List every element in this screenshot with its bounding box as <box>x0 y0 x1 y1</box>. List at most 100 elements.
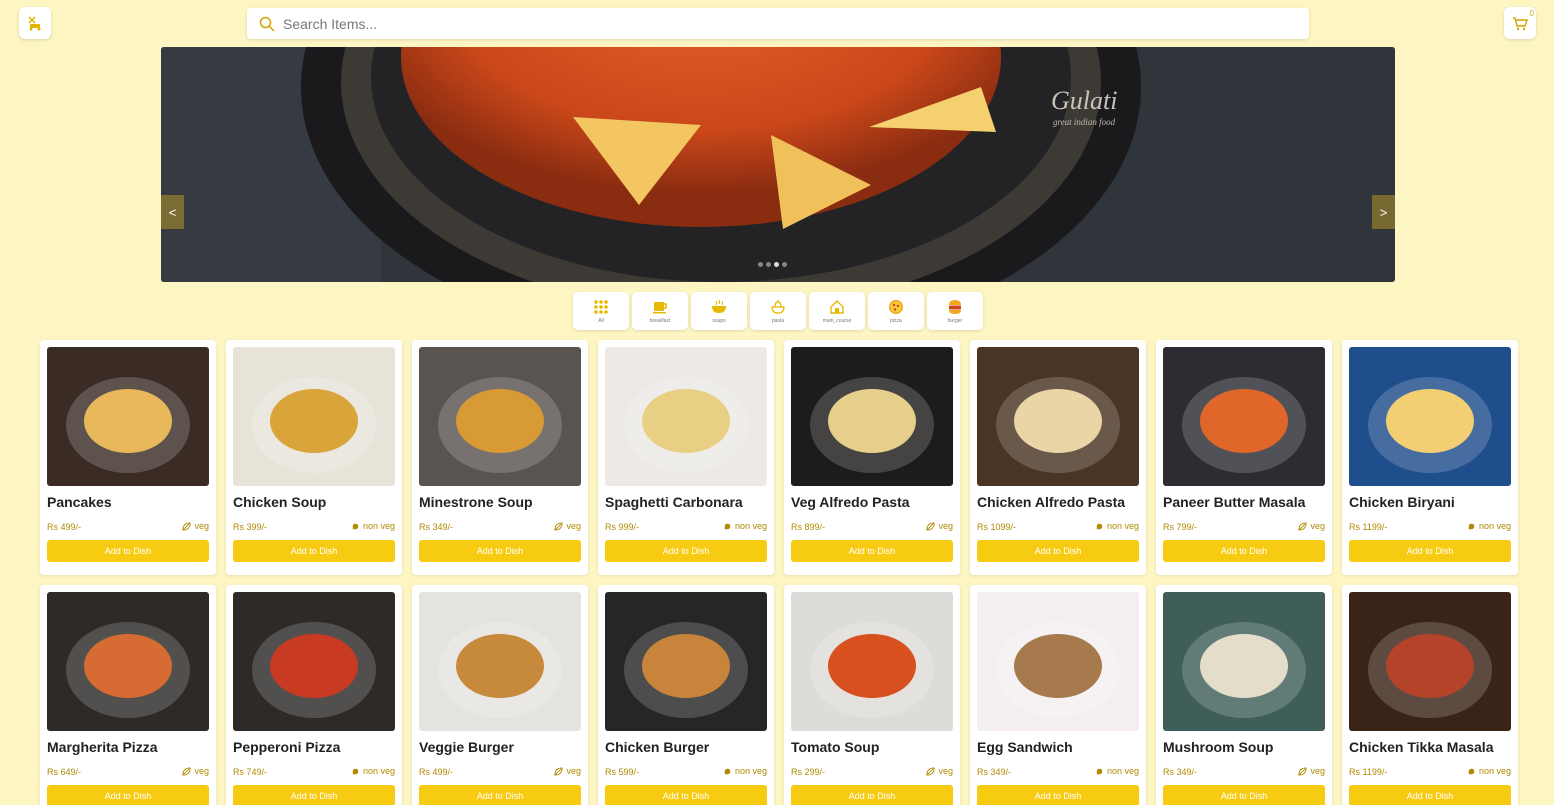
search-bar[interactable] <box>247 8 1309 39</box>
add-to-dish-button[interactable]: Add to Dish <box>47 785 209 805</box>
carousel-slide-image: Gulati great indian food <box>161 47 1395 282</box>
product-name: Veggie Burger <box>419 739 514 755</box>
search-input[interactable] <box>283 15 1183 32</box>
category-soups[interactable]: soups <box>691 292 747 330</box>
product-name: Chicken Tikka Masala <box>1349 739 1494 755</box>
product-card[interactable]: Veggie Burger Rs 499/- veg Add to Dish <box>412 585 588 805</box>
product-card[interactable]: Tomato Soup Rs 299/- veg Add to Dish <box>784 585 960 805</box>
add-to-dish-button[interactable]: Add to Dish <box>791 540 953 562</box>
product-card[interactable]: Chicken Alfredo Pasta Rs 1099/- non veg Add… <box>970 340 1146 575</box>
product-image[interactable] <box>419 347 581 486</box>
chicken-icon <box>1468 523 1475 529</box>
product-card[interactable]: Mushroom Soup Rs 349/- veg Add to Dish <box>1156 585 1332 805</box>
product-image[interactable] <box>233 347 395 486</box>
product-card[interactable]: Veg Alfredo Pasta Rs 899/- veg Add to Dish <box>784 340 960 575</box>
carousel-dot[interactable] <box>766 262 771 267</box>
product-card[interactable]: Margherita Pizza Rs 649/- veg Add to Dish <box>40 585 216 805</box>
product-card[interactable]: Pancakes Rs 499/- veg Add to Dish <box>40 340 216 575</box>
cart-count-badge: 0 <box>1529 9 1534 18</box>
product-image[interactable] <box>1163 592 1325 731</box>
diet-tag-label: veg <box>566 766 581 776</box>
product-card[interactable]: Chicken Biryani Rs 1199/- non veg Add to Di… <box>1342 340 1518 575</box>
carousel-dot[interactable] <box>774 262 779 267</box>
add-to-dish-button[interactable]: Add to Dish <box>1163 785 1325 805</box>
product-image[interactable] <box>233 592 395 731</box>
category-pizza[interactable]: pizza <box>868 292 924 330</box>
product-image[interactable] <box>419 592 581 731</box>
add-to-dish-button[interactable]: Add to Dish <box>233 540 395 562</box>
product-name: Tomato Soup <box>791 739 880 755</box>
product-card[interactable]: Egg Sandwich Rs 349/- non veg Add to Dish <box>970 585 1146 805</box>
diet-tag-label: veg <box>938 521 953 531</box>
add-to-dish-button[interactable]: Add to Dish <box>605 785 767 805</box>
category-label: pasta <box>771 317 785 324</box>
category-burger[interactable]: burger <box>927 292 983 330</box>
diet-tag-label: non veg <box>362 766 395 776</box>
product-image[interactable] <box>47 592 209 731</box>
category-breakfast[interactable]: breakfast <box>632 292 688 330</box>
product-card[interactable]: Minestrone Soup Rs 349/- veg Add to Dish <box>412 340 588 575</box>
product-name: Chicken Burger <box>605 739 710 755</box>
product-image[interactable] <box>1349 347 1511 486</box>
diet-tag: non veg <box>723 766 767 776</box>
hero-carousel[interactable]: Gulati great indian food < > <box>161 47 1395 282</box>
chicken-icon <box>352 768 359 774</box>
product-card[interactable]: Chicken Tikka Masala Rs 1199/- non veg Add … <box>1342 585 1518 805</box>
product-card[interactable]: Paneer Butter Masala Rs 799/- veg Add to Di… <box>1156 340 1332 575</box>
product-price: Rs 749/- <box>233 767 268 777</box>
product-card[interactable]: Pepperoni Pizza Rs 749/- non veg Add to Dis… <box>226 585 402 805</box>
diet-tag: veg <box>182 521 209 531</box>
search-icon <box>259 16 275 32</box>
diet-tag-label: non veg <box>362 521 395 531</box>
category-label: main_course <box>822 317 852 324</box>
leaf-icon <box>1298 521 1308 531</box>
add-to-dish-button[interactable]: Add to Dish <box>1349 785 1511 805</box>
product-price: Rs 399/- <box>233 522 268 532</box>
carousel-prev-button[interactable]: < <box>161 195 184 229</box>
add-to-dish-button[interactable]: Add to Dish <box>977 785 1139 805</box>
add-to-dish-button[interactable]: Add to Dish <box>1349 540 1511 562</box>
cart-button[interactable]: 0 <box>1504 7 1536 39</box>
category-pasta[interactable]: pasta <box>750 292 806 330</box>
diet-tag: non veg <box>723 521 767 531</box>
leaf-icon <box>182 766 192 776</box>
product-image[interactable] <box>1349 592 1511 731</box>
product-price: Rs 499/- <box>419 767 454 777</box>
product-card[interactable]: Chicken Burger Rs 599/- non veg Add to Dish <box>598 585 774 805</box>
add-to-dish-button[interactable]: Add to Dish <box>977 540 1139 562</box>
product-image[interactable] <box>791 592 953 731</box>
product-image[interactable] <box>605 347 767 486</box>
product-image[interactable] <box>977 592 1139 731</box>
category-all[interactable]: All <box>573 292 629 330</box>
carousel-dot[interactable] <box>758 262 763 267</box>
add-to-dish-button[interactable]: Add to Dish <box>791 785 953 805</box>
carousel-next-button[interactable]: > <box>1372 195 1395 229</box>
add-to-dish-button[interactable]: Add to Dish <box>419 785 581 805</box>
chicken-icon <box>1468 768 1475 774</box>
category-main-course[interactable]: main_course <box>809 292 865 330</box>
product-image[interactable] <box>1163 347 1325 486</box>
product-price: Rs 1099/- <box>977 522 1017 532</box>
product-name: Mushroom Soup <box>1163 739 1274 755</box>
leaf-icon <box>926 766 936 776</box>
diet-tag: veg <box>554 766 581 776</box>
category-bar: All breakfast soups pasta main_course pi… <box>573 292 983 330</box>
diet-tag: non veg <box>351 521 395 531</box>
product-card[interactable]: Chicken Soup Rs 399/- non veg Add to Dish <box>226 340 402 575</box>
add-to-dish-button[interactable]: Add to Dish <box>47 540 209 562</box>
logo-button[interactable] <box>19 7 51 39</box>
add-to-dish-button[interactable]: Add to Dish <box>233 785 395 805</box>
category-label: breakfast <box>649 317 671 324</box>
add-to-dish-button[interactable]: Add to Dish <box>1163 540 1325 562</box>
product-price: Rs 349/- <box>977 767 1012 777</box>
product-image[interactable] <box>977 347 1139 486</box>
product-card[interactable]: Spaghetti Carbonara Rs 999/- non veg Add to… <box>598 340 774 575</box>
product-name: Pepperoni Pizza <box>233 739 341 755</box>
carousel-dot[interactable] <box>782 262 787 267</box>
add-to-dish-button[interactable]: Add to Dish <box>605 540 767 562</box>
product-image[interactable] <box>47 347 209 486</box>
product-price: Rs 1199/- <box>1349 767 1388 777</box>
product-image[interactable] <box>791 347 953 486</box>
add-to-dish-button[interactable]: Add to Dish <box>419 540 581 562</box>
product-image[interactable] <box>605 592 767 731</box>
